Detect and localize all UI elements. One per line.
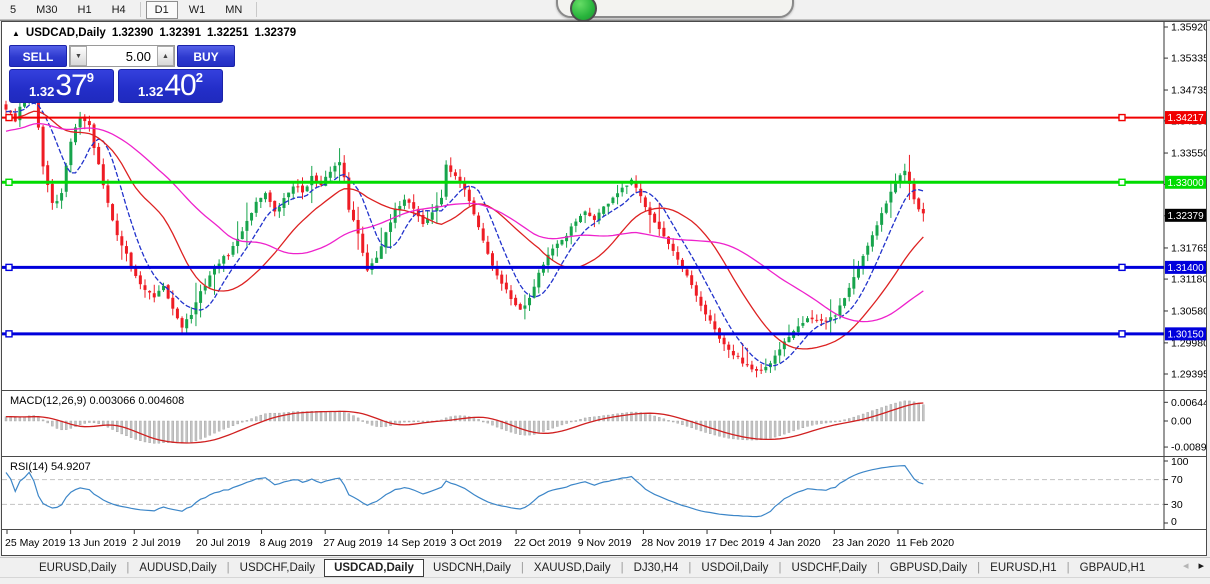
toolbar-separator xyxy=(139,2,141,17)
ohlc-close: 1.32379 xyxy=(254,27,297,39)
svg-text:1.33000: 1.33000 xyxy=(1168,178,1205,189)
price-axis[interactable]: 1.359201.353351.347351.341551.335501.329… xyxy=(1163,22,1206,390)
buy-price-button[interactable]: 1.32 40 2 xyxy=(118,69,223,103)
date-label: 8 Aug 2019 xyxy=(260,537,313,549)
date-label: 17 Dec 2019 xyxy=(705,537,765,549)
sell-price-big: 37 xyxy=(55,69,87,102)
buy-price-big: 40 xyxy=(164,69,196,102)
date-label: 25 May 2019 xyxy=(5,537,66,549)
chart-tab-bar: EURUSD,Daily | AUDUSD,Daily | USDCHF,Daily US… xyxy=(0,557,1210,577)
svg-text:0: 0 xyxy=(1171,516,1177,528)
ohlc-low: 1.32251 xyxy=(206,27,249,39)
svg-text:1.29395: 1.29395 xyxy=(1171,369,1206,381)
timeframe-button-m30[interactable]: M30 xyxy=(27,1,66,19)
svg-text:1.35920: 1.35920 xyxy=(1171,22,1206,34)
tab-dj30-h4[interactable]: DJ30,H4 xyxy=(625,559,688,577)
rsi-axis: 100 70 30 0 xyxy=(1163,457,1206,529)
svg-text:1.32379: 1.32379 xyxy=(1168,211,1205,222)
svg-text:1.31765: 1.31765 xyxy=(1171,242,1206,254)
volume-group: ▼ ▲ xyxy=(69,45,175,67)
tab-gbpusd-daily[interactable]: GBPUSD,Daily xyxy=(881,559,976,577)
buy-price-prefix: 1.32 xyxy=(138,84,164,99)
date-label: 22 Oct 2019 xyxy=(514,537,571,549)
tab-usdcnh-daily[interactable]: USDCNH,Daily xyxy=(424,559,520,577)
date-label: 27 Aug 2019 xyxy=(323,537,382,549)
sell-price-sup: 9 xyxy=(86,70,94,85)
svg-text:1.30580: 1.30580 xyxy=(1171,305,1206,317)
tab-scroll-right-icon[interactable]: ▸ xyxy=(1198,559,1204,572)
tab-usdcad-daily[interactable]: USDCAD,Daily xyxy=(324,558,424,577)
screen-share-overlay[interactable] xyxy=(556,0,794,22)
timeframe-button-5[interactable]: 5 xyxy=(1,1,25,19)
macd-pane[interactable]: MACD(12,26,9) 0.003066 0.0046080.0064480… xyxy=(2,391,1206,456)
timeframe-button-w1[interactable]: W1 xyxy=(180,1,215,19)
svg-text:1.34217: 1.34217 xyxy=(1168,113,1205,124)
svg-text:30: 30 xyxy=(1171,499,1183,511)
volume-decrease-button[interactable]: ▼ xyxy=(70,46,87,66)
tab-scroll-buttons: ◂ ▸ xyxy=(1183,559,1204,572)
toolbar-separator xyxy=(256,2,258,17)
timeframe-button-mn[interactable]: MN xyxy=(216,1,251,19)
svg-text:1.30150: 1.30150 xyxy=(1168,329,1205,340)
date-label: 2 Jul 2019 xyxy=(132,537,181,549)
one-click-trading-panel: SELL ▼ ▲ BUY 1.32 37 9 1.32 40 2 xyxy=(9,45,235,103)
sell-price-button[interactable]: 1.32 37 9 xyxy=(9,69,114,103)
buy-price-sup: 2 xyxy=(195,70,203,85)
date-label: 3 Oct 2019 xyxy=(450,537,502,549)
svg-text:1.31400: 1.31400 xyxy=(1168,263,1205,274)
date-label: 9 Nov 2019 xyxy=(578,537,632,549)
buy-button[interactable]: BUY xyxy=(177,45,235,67)
svg-text:100: 100 xyxy=(1171,457,1189,468)
macd-label: MACD(12,26,9) 0.003066 0.004608 xyxy=(10,395,184,407)
date-label: 28 Nov 2019 xyxy=(641,537,701,549)
svg-text:1.33550: 1.33550 xyxy=(1171,148,1206,160)
tab-eurusd-h1[interactable]: EURUSD,H1 xyxy=(981,559,1065,577)
symbol-title: USDCAD,Daily xyxy=(25,27,106,39)
svg-text:1.34735: 1.34735 xyxy=(1171,85,1206,97)
chart-window[interactable]: 1.359201.353351.347351.341551.335501.329… xyxy=(1,21,1207,556)
svg-text:-0.008982: -0.008982 xyxy=(1171,442,1206,454)
date-label: 23 Jan 2020 xyxy=(832,537,890,549)
ohlc-open: 1.32390 xyxy=(111,27,154,39)
tab-eurusd-daily[interactable]: EURUSD,Daily xyxy=(30,559,125,577)
volume-input[interactable] xyxy=(87,46,157,66)
symbol-header: ▲ USDCAD,Daily 1.32390 1.32391 1.32251 1… xyxy=(12,27,296,39)
rsi-pane[interactable]: RSI(14) 54.9207 100 70 30 0 xyxy=(2,457,1206,529)
sell-button[interactable]: SELL xyxy=(9,45,67,67)
mt4-terminal: { "toolbar": { "items": [ {"label": "5"}… xyxy=(0,0,1210,584)
svg-text:1.35335: 1.35335 xyxy=(1171,53,1206,65)
macd-axis: 0.006448 0.00 -0.008982 xyxy=(1163,391,1206,456)
tab-audusd-daily[interactable]: AUDUSD,Daily xyxy=(130,559,225,577)
collapse-arrow-icon[interactable]: ▲ xyxy=(12,29,20,38)
timeframe-button-h4[interactable]: H4 xyxy=(103,1,135,19)
date-label: 20 Jul 2019 xyxy=(196,537,250,549)
date-label: 13 Jun 2019 xyxy=(69,537,127,549)
date-label: 11 Feb 2020 xyxy=(896,537,954,549)
svg-text:0.00: 0.00 xyxy=(1171,416,1192,428)
timeframe-button-d1[interactable]: D1 xyxy=(145,0,178,19)
volume-increase-button[interactable]: ▲ xyxy=(157,46,174,66)
timeframe-button-h1[interactable]: H1 xyxy=(69,1,101,19)
tab-usdchf-daily[interactable]: USDCHF,Daily xyxy=(231,559,324,577)
tab-usdoil-daily[interactable]: USDOil,Daily xyxy=(692,559,777,577)
tab-gbpaud-h1[interactable]: GBPAUD,H1 xyxy=(1071,559,1155,577)
svg-text:0.006448: 0.006448 xyxy=(1171,397,1206,409)
tab-xauusd-daily[interactable]: XAUUSD,Daily xyxy=(525,559,620,577)
sell-price-prefix: 1.32 xyxy=(29,84,55,99)
ohlc-high: 1.32391 xyxy=(159,27,201,39)
date-label: 14 Sep 2019 xyxy=(387,537,447,549)
tab-usdchf-daily[interactable]: USDCHF,Daily xyxy=(782,559,875,577)
date-label: 4 Jan 2020 xyxy=(769,537,821,549)
svg-text:1.31180: 1.31180 xyxy=(1171,274,1206,286)
tab-scroll-left-icon[interactable]: ◂ xyxy=(1183,559,1189,572)
time-axis[interactable]: 25 May 2019 13 Jun 2019 2 Jul 2019 20 Jul 2… xyxy=(2,530,1206,555)
rsi-label: RSI(14) 54.9207 xyxy=(10,461,91,473)
svg-text:70: 70 xyxy=(1171,474,1183,486)
